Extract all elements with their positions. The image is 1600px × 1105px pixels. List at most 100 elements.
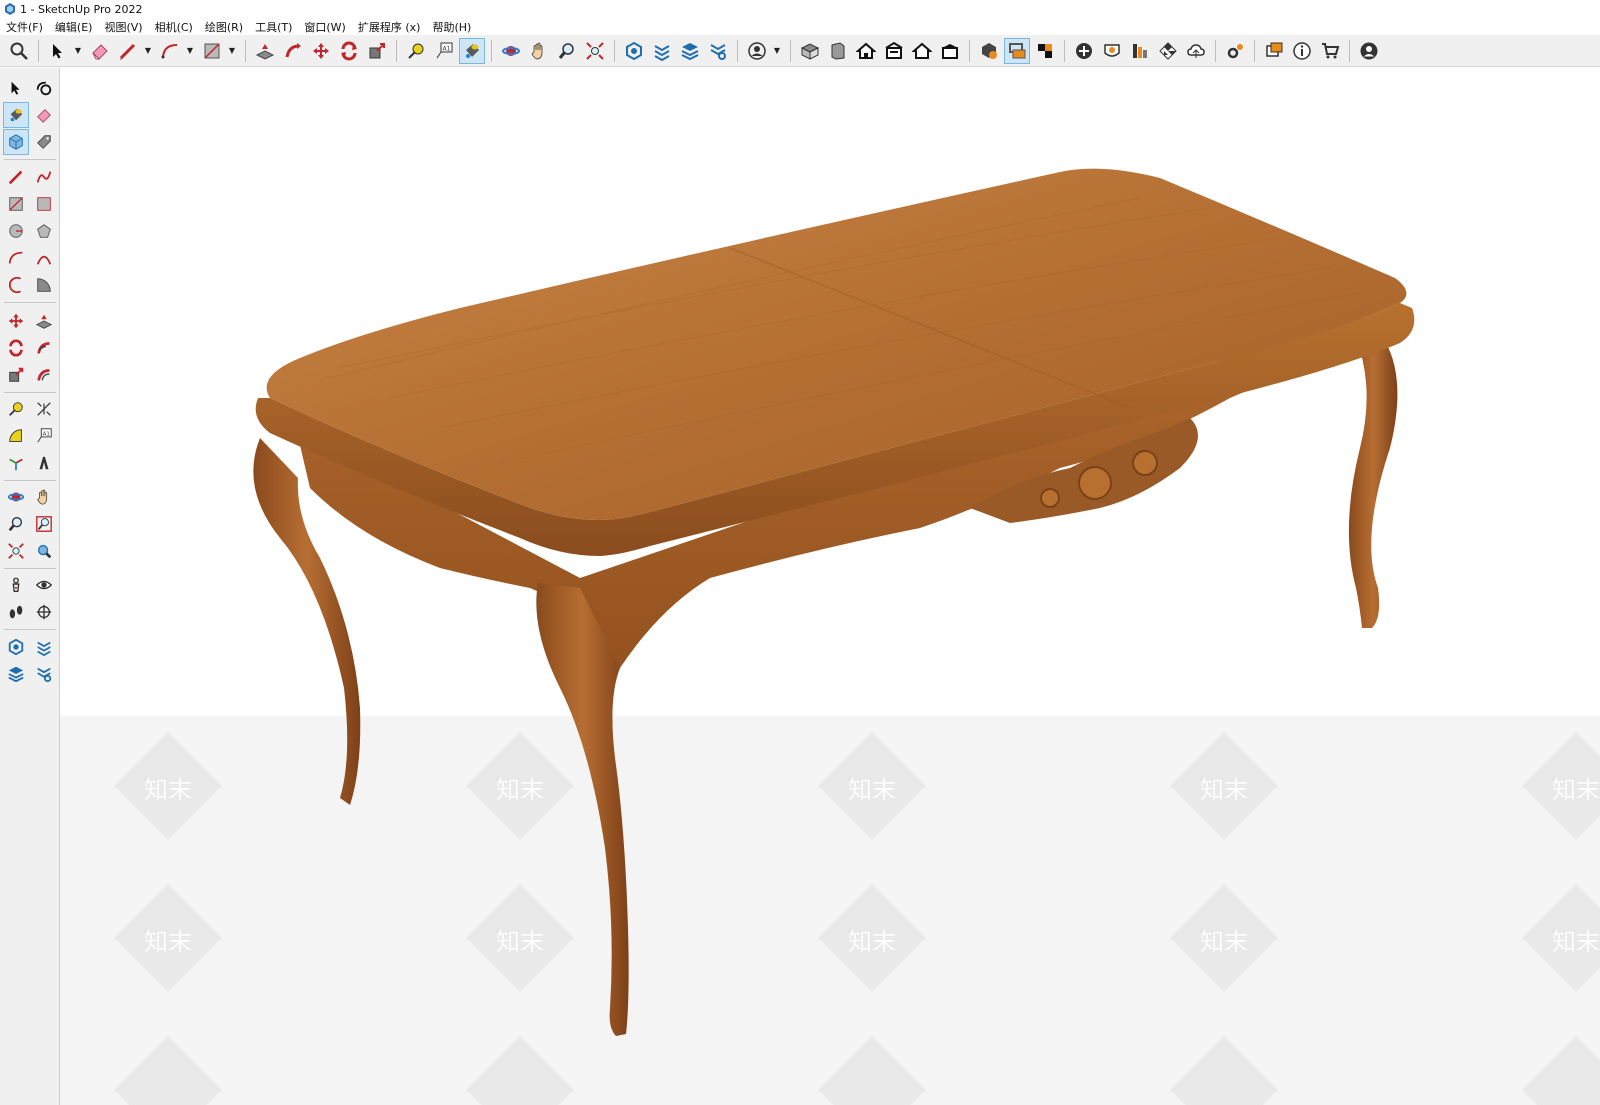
arc-icon[interactable] (157, 38, 183, 64)
3d-warehouse-icon[interactable] (621, 38, 647, 64)
rectangle-icon[interactable] (3, 191, 29, 217)
move-icon[interactable] (308, 38, 334, 64)
protractor-icon[interactable] (3, 423, 29, 449)
paint-bucket-icon[interactable] (459, 37, 485, 64)
extension-warehouse-icon[interactable] (649, 38, 675, 64)
top-view-icon[interactable] (825, 38, 851, 64)
walk-icon[interactable] (3, 599, 29, 625)
follow-me-icon[interactable] (31, 335, 57, 361)
freehand-icon[interactable] (31, 164, 57, 190)
search-icon[interactable] (6, 38, 32, 64)
text-icon[interactable]: A1 (431, 38, 457, 64)
look-around-icon[interactable] (31, 572, 57, 598)
rotated-rectangle-icon[interactable] (31, 191, 57, 217)
back-view-icon[interactable] (909, 38, 935, 64)
two-point-arc-icon[interactable] (31, 245, 57, 271)
rectangle-icon[interactable] (199, 38, 225, 64)
section-plane-icon[interactable] (31, 599, 57, 625)
select-arrow-icon[interactable] (45, 38, 71, 64)
scale-icon[interactable] (364, 38, 390, 64)
user-account-icon[interactable] (744, 38, 770, 64)
profile-icon[interactable] (1356, 38, 1382, 64)
orbit-icon[interactable] (498, 38, 524, 64)
rotate-icon[interactable] (336, 38, 362, 64)
arc-icon[interactable] (3, 245, 29, 271)
orbit-icon[interactable] (31, 75, 57, 101)
menu-edit[interactable]: 编辑(E) (49, 19, 99, 35)
menu-camera[interactable]: 相机(C) (149, 19, 199, 35)
3d-text-icon[interactable] (31, 450, 57, 476)
front-view-icon[interactable] (853, 38, 879, 64)
paint-bucket-icon[interactable] (3, 102, 29, 128)
push-pull-icon[interactable] (252, 38, 278, 64)
menu-help[interactable]: 帮助(H) (426, 19, 477, 35)
extension-manager-icon[interactable] (705, 38, 731, 64)
select-icon[interactable] (3, 75, 29, 101)
menu-file[interactable]: 文件(F) (0, 19, 49, 35)
layout-icon[interactable] (3, 661, 29, 687)
layout-icon[interactable] (677, 38, 703, 64)
pencil-icon[interactable] (115, 38, 141, 64)
offset-icon[interactable] (31, 362, 57, 388)
model-viewport[interactable]: 知末 知末 知末 知末 知末 知末 知末 知末 知末 知末 (60, 68, 1600, 1105)
three-point-arc-icon[interactable] (3, 272, 29, 298)
eraser-icon[interactable] (31, 102, 57, 128)
zoom-icon[interactable] (554, 38, 580, 64)
solid-tools-icon[interactable] (976, 38, 1002, 64)
left-view-icon[interactable] (937, 38, 963, 64)
menu-extensions[interactable]: 扩展程序 (x) (352, 19, 427, 35)
settings-icon[interactable] (1222, 38, 1248, 64)
previous-view-icon[interactable] (31, 538, 57, 564)
orbit-icon[interactable] (3, 484, 29, 510)
menu-view[interactable]: 视图(V) (98, 19, 148, 35)
text-icon[interactable]: A1 (31, 423, 57, 449)
follow-me-icon[interactable] (280, 38, 306, 64)
iso-view-icon[interactable] (797, 38, 823, 64)
polygon-icon[interactable] (31, 218, 57, 244)
right-view-icon[interactable] (881, 38, 907, 64)
arc-dropdown-icon[interactable]: ▼ (185, 38, 195, 64)
menu-tools[interactable]: 工具(T) (249, 19, 298, 35)
checker-icon[interactable] (1155, 38, 1181, 64)
tape-measure-icon[interactable] (403, 38, 429, 64)
pencil-icon[interactable] (3, 164, 29, 190)
display-section-icon[interactable] (1032, 38, 1058, 64)
zoom-icon[interactable] (3, 511, 29, 537)
push-pull-icon[interactable] (31, 308, 57, 334)
position-camera-icon[interactable] (3, 572, 29, 598)
menu-window[interactable]: 窗口(W) (298, 19, 351, 35)
pan-icon[interactable] (526, 38, 552, 64)
cloud-icon[interactable] (1183, 38, 1209, 64)
dining-table-model[interactable] (60, 68, 1600, 1105)
circle-icon[interactable] (3, 218, 29, 244)
select-dropdown-icon[interactable]: ▼ (73, 38, 83, 64)
cart-icon[interactable] (1317, 38, 1343, 64)
zoom-extents-icon[interactable] (582, 38, 608, 64)
rectangle-dropdown-icon[interactable]: ▼ (227, 38, 237, 64)
styles-icon[interactable] (1127, 38, 1153, 64)
tape-measure-icon[interactable] (3, 396, 29, 422)
tag-icon[interactable] (31, 129, 57, 155)
menu-draw[interactable]: 绘图(R) (199, 19, 249, 35)
move-icon[interactable] (3, 308, 29, 334)
component-icon[interactable] (3, 129, 29, 155)
dimension-icon[interactable] (31, 396, 57, 422)
axes-icon[interactable] (3, 450, 29, 476)
scale-icon[interactable] (3, 362, 29, 388)
zoom-extents-icon[interactable] (3, 538, 29, 564)
pie-icon[interactable] (31, 272, 57, 298)
add-location-icon[interactable] (1071, 38, 1097, 64)
rotate-icon[interactable] (3, 335, 29, 361)
eraser-icon[interactable] (87, 38, 113, 64)
extension-manager-icon[interactable] (31, 661, 57, 687)
account-dropdown-icon[interactable]: ▼ (772, 38, 782, 64)
section-plane-icon[interactable] (1004, 37, 1030, 64)
dialog-icon[interactable] (1261, 38, 1287, 64)
zoom-window-icon[interactable] (31, 511, 57, 537)
extension-warehouse-icon[interactable] (31, 634, 57, 660)
3d-warehouse-icon[interactable] (3, 634, 29, 660)
pencil-dropdown-icon[interactable]: ▼ (143, 38, 153, 64)
pan-icon[interactable] (31, 484, 57, 510)
sandbox-icon[interactable] (1099, 38, 1125, 64)
info-icon[interactable] (1289, 38, 1315, 64)
